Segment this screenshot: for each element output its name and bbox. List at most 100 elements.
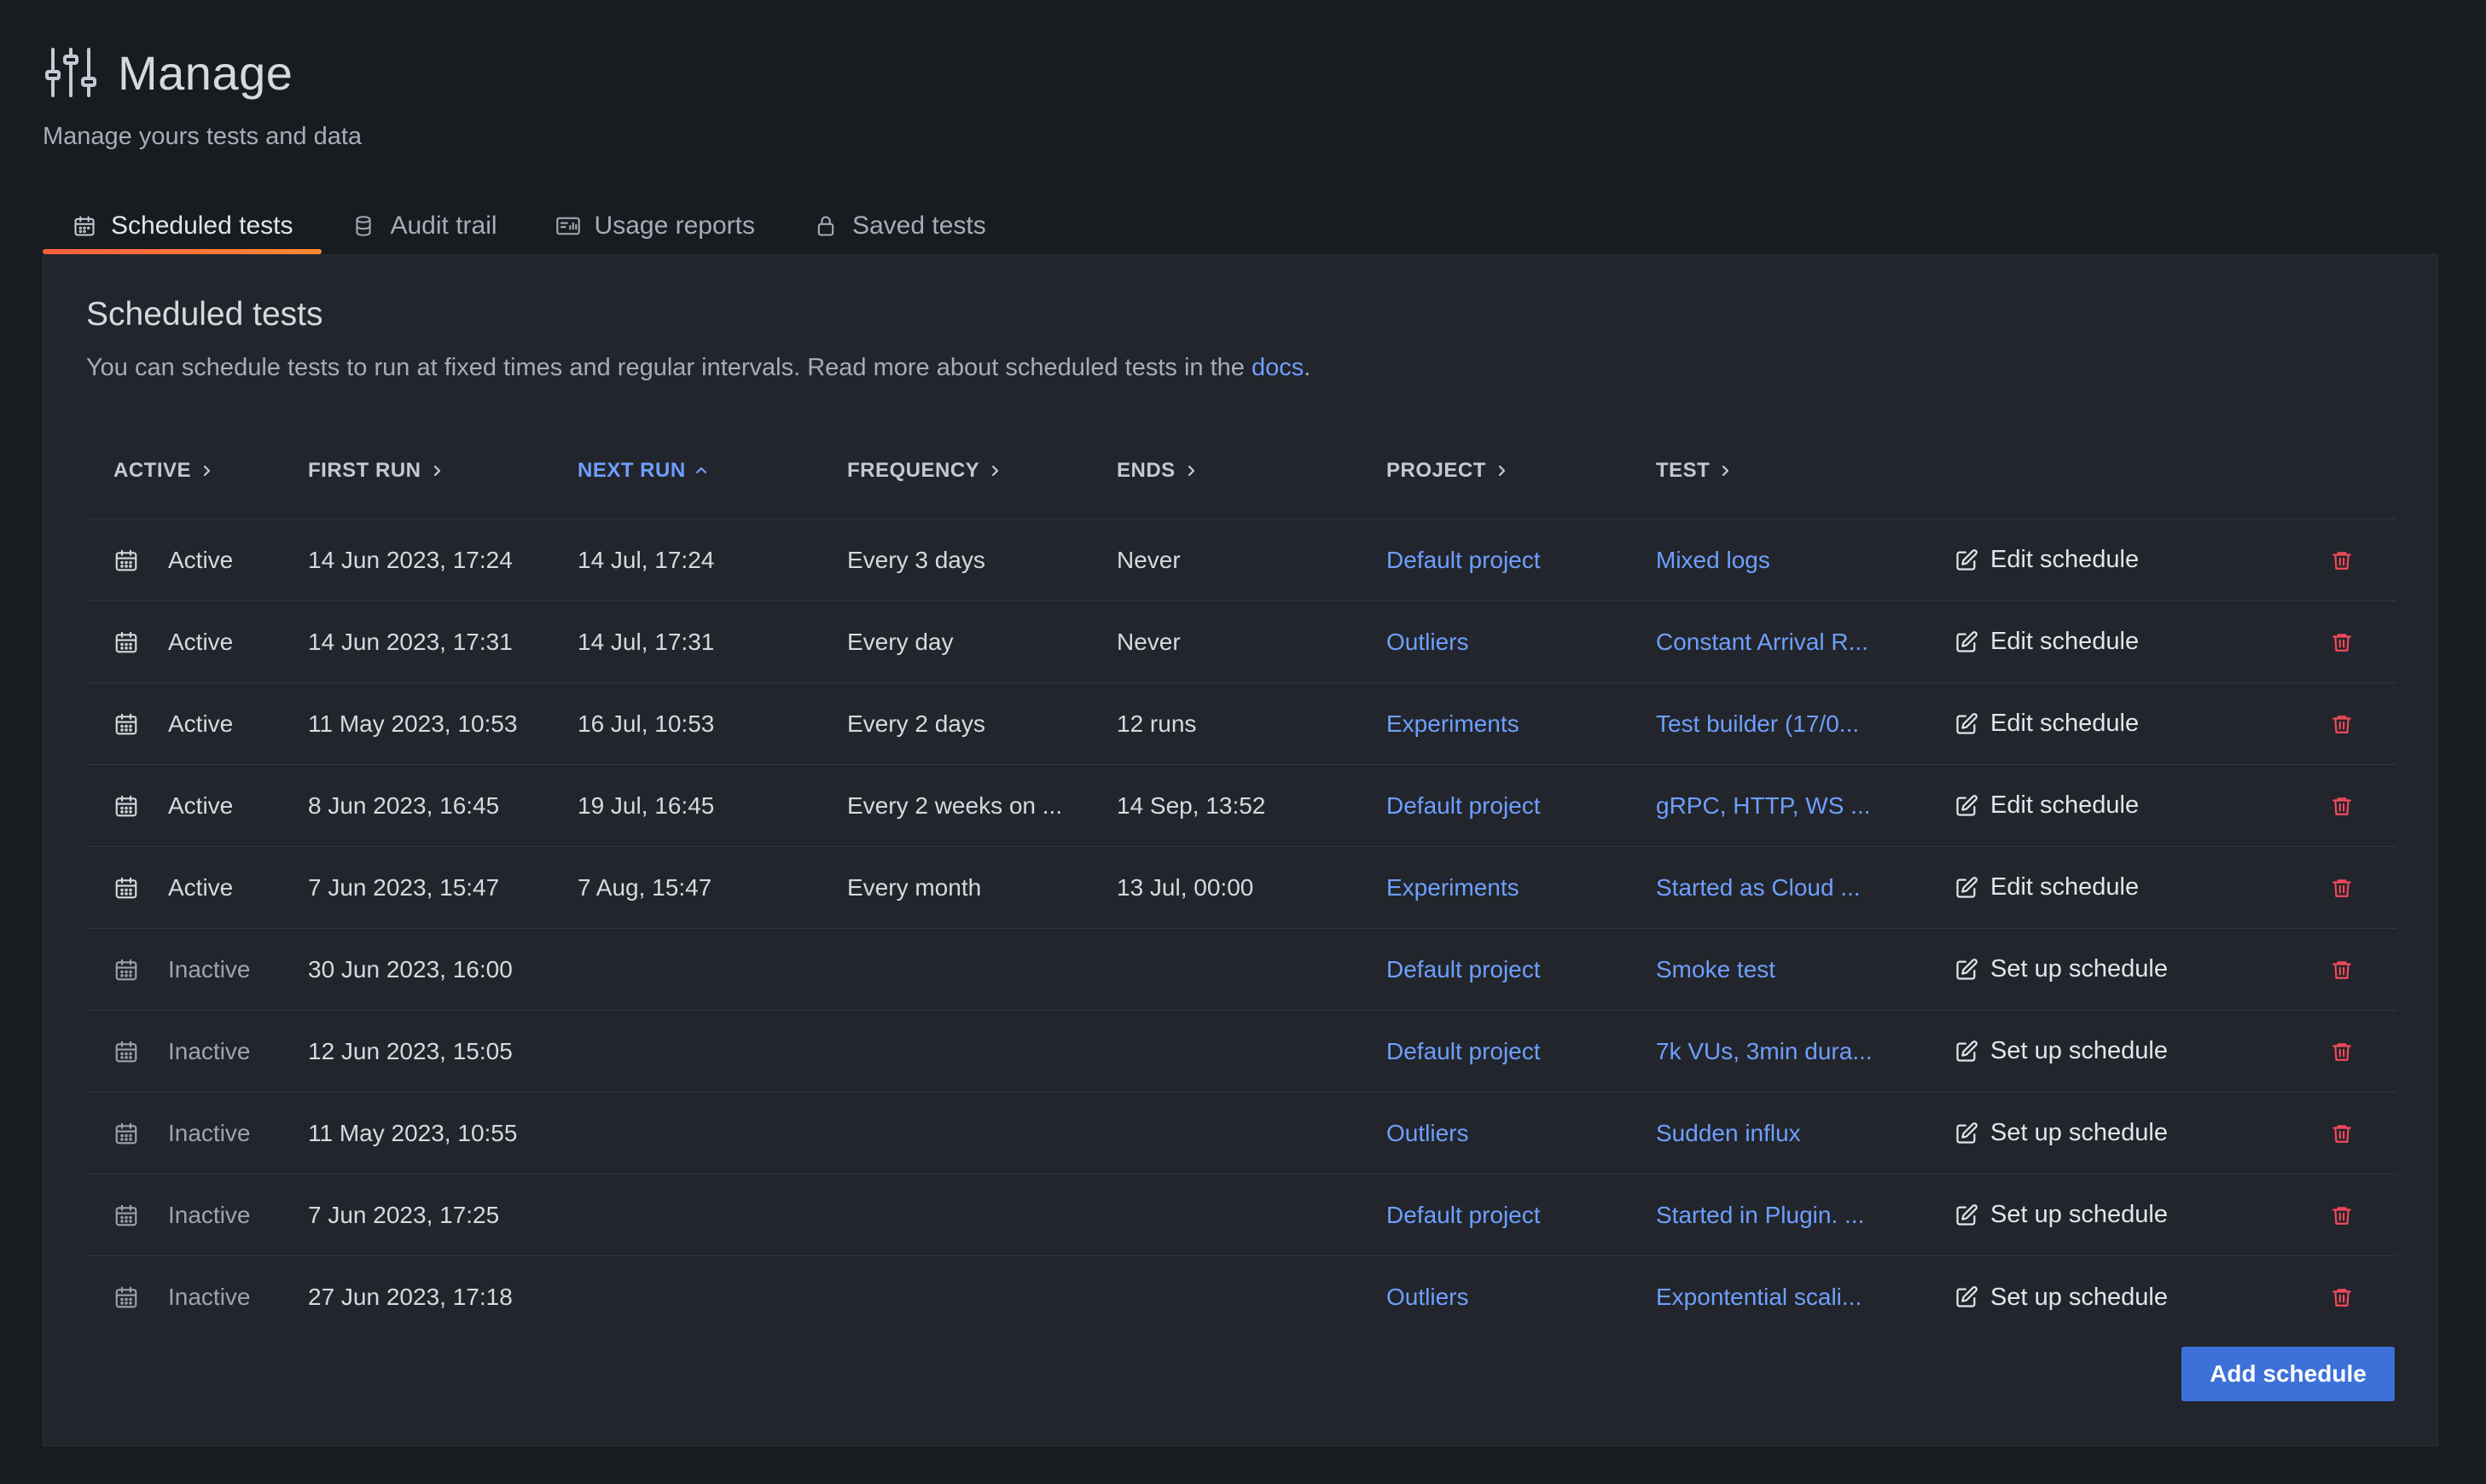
column-header-first-run[interactable]: FIRST RUN [308,459,578,483]
tab-usage-reports[interactable]: Usage reports [526,198,784,254]
edit-icon [1955,630,1978,654]
status-text: Active [168,710,234,737]
project-link[interactable]: Default project [1386,547,1656,574]
first-run-cell: 7 Jun 2023, 17:25 [308,1201,500,1228]
test-link[interactable]: Constant Arrival R... [1656,629,1955,656]
page-title: Manage [118,45,293,100]
calendar-icon [113,793,139,819]
schedule-action-button[interactable]: Set up schedule [1955,1119,2168,1147]
status-cell: Inactive [86,1038,308,1065]
project-link[interactable]: Default project [1386,956,1656,983]
tab-label: Scheduled tests [111,212,293,240]
test-link[interactable]: Started in Plugin. ... [1656,1202,1955,1229]
status-text: Active [168,628,234,655]
frequency-cell: Every 2 days [847,710,985,737]
edit-icon [1955,1285,1978,1309]
schedule-action-button[interactable]: Edit schedule [1955,791,2139,820]
project-link[interactable]: Outliers [1386,629,1656,656]
trash-icon[interactable] [2331,548,2353,572]
delete-cell [2287,630,2396,654]
schedule-action-button[interactable]: Set up schedule [1955,1201,2168,1229]
page-header: Manage [43,44,293,101]
action-label: Set up schedule [1990,1283,2168,1311]
column-header-ends[interactable]: ENDS [1117,459,1386,483]
report-icon [555,213,581,239]
description-text: You can schedule tests to run at fixed t… [86,354,1252,381]
action-label: Edit schedule [1990,628,2140,655]
table-row: Active 14 Jun 2023, 17:31 14 Jul, 17:31 … [86,601,2396,683]
schedule-action-button[interactable]: Set up schedule [1955,1284,2168,1312]
test-link[interactable]: Started as Cloud ... [1656,874,1955,901]
project-link[interactable]: Outliers [1386,1120,1656,1147]
panel-title: Scheduled tests [86,296,323,333]
trash-icon[interactable] [2331,1122,2353,1145]
project-link[interactable]: Outliers [1386,1284,1656,1311]
tab-audit-trail[interactable]: Audit trail [322,198,526,254]
ends-cell: Never [1117,628,1181,655]
table-row: Active 11 May 2023, 10:53 16 Jul, 10:53 … [86,683,2396,765]
trash-icon[interactable] [2331,1040,2353,1064]
status-cell: Inactive [86,1284,308,1311]
column-header-next-run[interactable]: NEXT RUN [578,459,847,483]
calendar-icon [113,711,139,737]
chevron-right-icon [1718,464,1732,478]
docs-link[interactable]: docs [1252,354,1304,381]
test-link[interactable]: Mixed logs [1656,547,1955,574]
trash-icon[interactable] [2331,630,2353,654]
trash-icon[interactable] [2331,876,2353,900]
column-label: FIRST RUN [308,458,421,482]
tab-label: Audit trail [390,212,497,240]
test-link[interactable]: Smoke test [1656,956,1955,983]
edit-icon [1955,876,1978,900]
test-link[interactable]: Sudden influx [1656,1120,1955,1147]
column-label: TEST [1656,458,1711,482]
schedule-action-button[interactable]: Set up schedule [1955,955,2168,983]
table-body: Active 14 Jun 2023, 17:24 14 Jul, 17:24 … [86,519,2396,1338]
schedule-action-button[interactable]: Set up schedule [1955,1037,2168,1065]
calendar-icon [113,1203,139,1228]
trash-icon[interactable] [2331,958,2353,982]
project-link[interactable]: Experiments [1386,710,1656,738]
trash-icon[interactable] [2331,1203,2353,1227]
tab-scheduled-tests[interactable]: Scheduled tests [43,198,322,254]
edit-icon [1955,548,1978,572]
calendar-icon [113,1039,139,1064]
table-row: Inactive 30 Jun 2023, 16:00 Default proj… [86,929,2396,1011]
trash-icon[interactable] [2331,794,2353,818]
column-label: ENDS [1117,458,1176,482]
schedule-action-button[interactable]: Edit schedule [1955,546,2139,574]
frequency-cell: Every 3 days [847,546,985,573]
delete-cell [2287,794,2396,818]
project-link[interactable]: Default project [1386,792,1656,820]
edit-icon [1955,712,1978,736]
project-link[interactable]: Default project [1386,1202,1656,1229]
trash-icon[interactable] [2331,1285,2353,1309]
schedules-table: ACTIVE FIRST RUN NEXT RUN FREQUENCY ENDS [86,422,2396,1338]
schedule-action-button[interactable]: Edit schedule [1955,710,2139,738]
calendar-icon [113,1284,139,1310]
delete-cell [2287,1285,2396,1309]
test-link[interactable]: gRPC, HTTP, WS ... [1656,792,1955,820]
test-link[interactable]: Test builder (17/0... [1656,710,1955,738]
trash-icon[interactable] [2331,712,2353,736]
schedule-action-button[interactable]: Edit schedule [1955,628,2139,656]
add-schedule-button[interactable]: Add schedule [2181,1347,2395,1401]
column-header-project[interactable]: PROJECT [1386,459,1656,483]
next-run-cell: 14 Jul, 17:24 [578,546,715,573]
column-header-active[interactable]: ACTIVE [86,459,308,483]
project-link[interactable]: Experiments [1386,874,1656,901]
tab-saved-tests[interactable]: Saved tests [784,198,1015,254]
delete-cell [2287,548,2396,572]
test-link[interactable]: 7k VUs, 3min dura... [1656,1038,1955,1065]
project-link[interactable]: Default project [1386,1038,1656,1065]
table-row: Inactive 11 May 2023, 10:55 Outliers Sud… [86,1093,2396,1174]
ends-cell: 14 Sep, 13:52 [1117,791,1266,819]
action-label: Edit schedule [1990,710,2140,737]
calendar-icon [113,548,139,573]
calendar-icon [113,957,139,983]
lock-icon [813,213,839,239]
test-link[interactable]: Expontential scali... [1656,1284,1955,1311]
column-header-frequency[interactable]: FREQUENCY [847,459,1117,483]
schedule-action-button[interactable]: Edit schedule [1955,873,2139,901]
column-header-test[interactable]: TEST [1656,459,1955,483]
